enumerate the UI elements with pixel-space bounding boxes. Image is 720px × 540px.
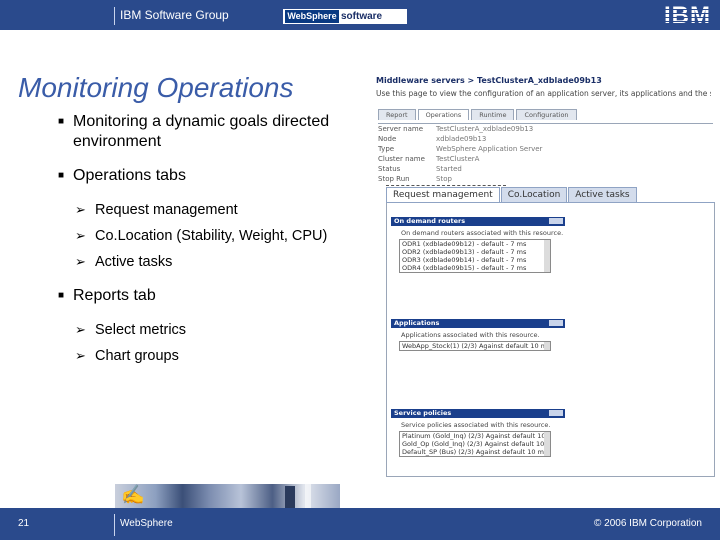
- list-item[interactable]: ODR3 (xdblade09b14) - default - 7 ms: [400, 256, 550, 264]
- software-logo-text: software: [341, 11, 383, 22]
- hands-graphic-icon: ✍: [121, 485, 145, 506]
- arrow-bullet-icon: ➢: [75, 322, 86, 337]
- product-label: WebSphere: [120, 518, 173, 529]
- panel-header: Applications: [391, 319, 565, 328]
- routers-listbox[interactable]: ODR1 (xdblade09b12) - default - 7 ms ODR…: [399, 239, 551, 273]
- websphere-logo: WebSphere software: [283, 9, 407, 24]
- copyright-label: © 2006 IBM Corporation: [594, 518, 702, 529]
- bullet-item: ■ Reports tab: [58, 287, 156, 304]
- bullet-item: ■ Monitoring a dynamic goals directed env…: [58, 113, 330, 150]
- slide-title: Monitoring Operations: [18, 72, 294, 103]
- tab-active-tasks[interactable]: Active tasks: [568, 187, 637, 203]
- square-bullet-icon: ■: [58, 170, 65, 181]
- sub-bullet-item: ➢ Chart groups: [75, 348, 179, 364]
- panel-caption: Applications associated with this resour…: [401, 331, 540, 339]
- footer-photo-collage: ✍: [115, 484, 340, 508]
- console-screenshot: Middleware servers > TestClusterA_xdblad…: [370, 75, 715, 477]
- tab-configuration[interactable]: Configuration: [516, 109, 577, 120]
- request-management-panel: On demand routers On demand routers asso…: [386, 202, 715, 477]
- list-item[interactable]: ODR4 (xdblade09b15) - default - 7 ms: [400, 264, 550, 272]
- tab-colocation[interactable]: Co.Location: [500, 187, 568, 203]
- property-row: Type WebSphere Application Server: [378, 145, 543, 153]
- tab-request-management[interactable]: Request management: [386, 187, 500, 202]
- slide-number: 21: [18, 518, 30, 529]
- service-policies-panel: Service policies Service policies associ…: [391, 409, 565, 473]
- bullet-list: ■ Monitoring a dynamic goals directed env…: [58, 112, 358, 372]
- panel-header: On demand routers: [391, 217, 565, 226]
- tab-report[interactable]: Report: [378, 109, 416, 120]
- tab-runtime[interactable]: Runtime: [471, 109, 515, 120]
- scrollbar[interactable]: [544, 240, 550, 272]
- on-demand-routers-panel: On demand routers On demand routers asso…: [391, 217, 565, 292]
- panel-header: Service policies: [391, 409, 565, 418]
- bullet-item: ■ Operations tabs: [58, 167, 186, 184]
- sub-bullet-item: ➢ Request management: [75, 202, 238, 218]
- arrow-bullet-icon: ➢: [75, 228, 86, 243]
- collage-block: [285, 486, 295, 508]
- arrow-bullet-icon: ➢: [75, 254, 86, 269]
- tab-operations[interactable]: Operations: [417, 109, 470, 120]
- ibm-logo: IBM: [664, 2, 711, 29]
- page-description: Use this page to view the configuration …: [376, 89, 711, 98]
- sub-bullet-item: ➢ Active tasks: [75, 254, 173, 270]
- footer-divider: [114, 514, 115, 536]
- banner-divider: [114, 7, 115, 25]
- arrow-bullet-icon: ➢: [75, 348, 86, 363]
- property-row: Cluster name TestClusterA: [378, 155, 480, 163]
- panel-controls-icon[interactable]: [549, 320, 563, 326]
- list-item[interactable]: WebApp_Stock(1) (2/3) Against default 10…: [400, 342, 550, 350]
- list-item[interactable]: Gold_Op (Gold_Inq) (2/3) Against default…: [400, 440, 550, 448]
- list-item[interactable]: ODR2 (xdblade09b13) - default - 7 ms: [400, 248, 550, 256]
- breadcrumb[interactable]: Middleware servers > TestClusterA_xdblad…: [376, 75, 711, 87]
- property-row: Stop Run Stop: [378, 175, 452, 183]
- panel-controls-icon[interactable]: [549, 218, 563, 224]
- top-banner: IBM Software Group WebSphere software IB…: [0, 0, 720, 30]
- applications-panel: Applications Applications associated wit…: [391, 319, 565, 363]
- panel-caption: On demand routers associated with this r…: [401, 229, 564, 237]
- list-item[interactable]: Default_SP (Bus) (2/3) Against default 1…: [400, 448, 550, 456]
- square-bullet-icon: ■: [58, 116, 65, 127]
- property-row: Server name TestClusterA_xdblade09b13: [378, 125, 534, 133]
- scrollbar[interactable]: [544, 432, 550, 456]
- sub-bullet-item: ➢ Select metrics: [75, 322, 187, 338]
- list-item[interactable]: Platinum (Gold_Inq) (2/3) Against defaul…: [400, 432, 550, 440]
- square-bullet-icon: ■: [58, 290, 65, 301]
- websphere-logo-text: WebSphere: [285, 10, 339, 23]
- property-row: Node xdblade09b13: [378, 135, 487, 143]
- property-row: Status Started: [378, 165, 462, 173]
- arrow-bullet-icon: ➢: [75, 202, 86, 217]
- applications-listbox[interactable]: WebApp_Stock(1) (2/3) Against default 10…: [399, 341, 551, 351]
- policies-listbox[interactable]: Platinum (Gold_Inq) (2/3) Against defaul…: [399, 431, 551, 457]
- bottom-bar: 21 WebSphere © 2006 IBM Corporation: [0, 508, 720, 540]
- operations-tabs: Request management Co.Location Active ta…: [386, 187, 638, 203]
- group-label: IBM Software Group: [120, 8, 229, 22]
- sub-bullet-item: ➢ Co.Location (Stability, Weight, CPU): [75, 228, 328, 244]
- panel-controls-icon[interactable]: [549, 410, 563, 416]
- scrollbar[interactable]: [544, 342, 550, 350]
- collage-stripe: [305, 484, 311, 508]
- console-tabs: Report Operations Runtime Configuration: [378, 109, 579, 120]
- focus-dash: [386, 185, 506, 186]
- panel-caption: Service policies associated with this re…: [401, 421, 551, 429]
- list-item[interactable]: ODR1 (xdblade09b12) - default - 7 ms: [400, 240, 550, 248]
